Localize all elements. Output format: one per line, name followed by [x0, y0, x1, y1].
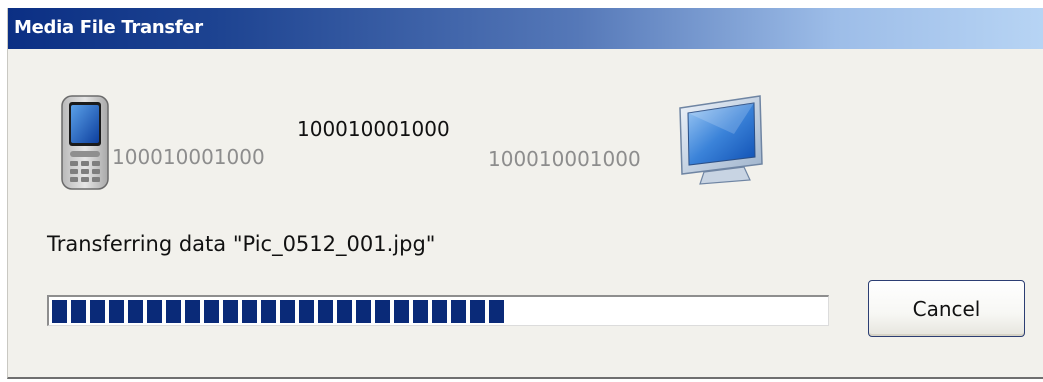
- transfer-progress-bar: [47, 295, 829, 326]
- transfer-status-text: Transferring data "Pic_0512_001.jpg": [47, 232, 436, 256]
- media-transfer-dialog: Media File Transfer 100010001000 1000100…: [7, 8, 1043, 379]
- transferred-count: 100010001000: [297, 117, 450, 141]
- mobile-phone-icon: [61, 95, 109, 190]
- progress-bar-fill: [52, 300, 504, 323]
- destination-count: 100010001000: [488, 147, 641, 171]
- cancel-button[interactable]: Cancel: [868, 280, 1025, 337]
- computer-monitor-icon: [679, 95, 763, 185]
- source-count: 100010001000: [112, 145, 265, 169]
- title-bar[interactable]: Media File Transfer: [8, 8, 1043, 49]
- window-title: Media File Transfer: [14, 17, 203, 38]
